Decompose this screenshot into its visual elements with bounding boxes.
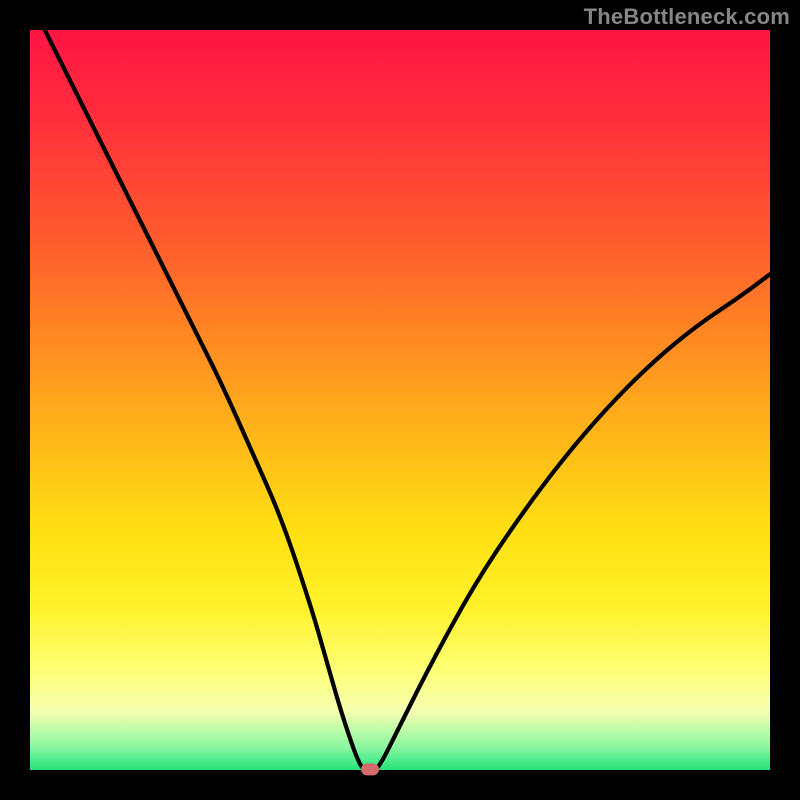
curve-path xyxy=(45,30,770,770)
plot-area xyxy=(30,30,770,770)
chart-frame: TheBottleneck.com xyxy=(0,0,800,800)
watermark-text: TheBottleneck.com xyxy=(584,4,790,30)
bottleneck-curve xyxy=(30,30,770,770)
optimal-point-marker xyxy=(361,763,379,775)
